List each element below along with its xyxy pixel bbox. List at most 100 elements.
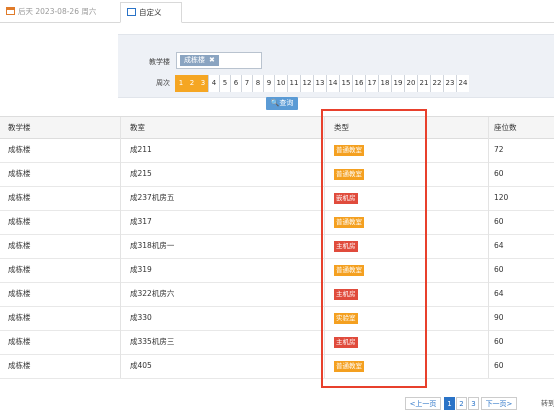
week-6[interactable]: 6 (230, 75, 241, 92)
week-17[interactable]: 17 (365, 75, 378, 92)
table-row[interactable]: 成栋楼 成237机房五 嵌机房 120 (0, 186, 554, 211)
building-tag: 成栋楼 ✖ (180, 55, 219, 66)
week-5[interactable]: 5 (219, 75, 230, 92)
page-2[interactable]: 2 (456, 397, 467, 410)
cell-room: 成317 (130, 217, 152, 226)
cell-seats: 120 (494, 193, 509, 202)
column-divider (120, 282, 121, 306)
week-1[interactable]: 1 (175, 75, 186, 92)
week-15[interactable]: 15 (339, 75, 352, 92)
week-24[interactable]: 24 (456, 75, 469, 92)
building-label: 教学楼 (149, 58, 170, 66)
cell-seats: 60 (494, 217, 504, 226)
week-23[interactable]: 23 (443, 75, 456, 92)
table-row[interactable]: 成栋楼 成211 普通教室 72 (0, 138, 554, 163)
column-divider (488, 330, 489, 354)
column-divider (488, 282, 489, 306)
week-11[interactable]: 11 (287, 75, 300, 92)
column-divider (488, 162, 489, 186)
calendar-icon (6, 7, 15, 15)
week-9[interactable]: 9 (263, 75, 274, 92)
week-3[interactable]: 3 (197, 75, 208, 92)
cell-seats: 64 (494, 241, 504, 250)
column-divider (120, 234, 121, 258)
column-divider (488, 234, 489, 258)
filter-panel: 教学楼 成栋楼 ✖ 周次 1 2 3 4 5 6 7 8 9 10 11 12 13 14 15 16 17 18 1… (118, 34, 554, 98)
cell-building: 成栋楼 (8, 145, 31, 154)
building-select[interactable]: 成栋楼 ✖ (176, 52, 262, 69)
week-20[interactable]: 20 (404, 75, 417, 92)
search-button-label: 查询 (279, 99, 294, 107)
cell-building: 成栋楼 (8, 193, 31, 202)
table-row[interactable]: 成栋楼 成335机房三 主机房 60 (0, 330, 554, 355)
column-divider (488, 117, 489, 138)
week-14[interactable]: 14 (326, 75, 339, 92)
tab-day-after-tomorrow[interactable]: 后天 2023-08-26 周六 (0, 2, 132, 21)
remove-tag-icon[interactable]: ✖ (209, 56, 215, 64)
cell-seats: 60 (494, 265, 504, 274)
week-13[interactable]: 13 (313, 75, 326, 92)
column-divider (120, 186, 121, 210)
week-19[interactable]: 19 (391, 75, 404, 92)
column-divider (120, 306, 121, 330)
week-12[interactable]: 12 (300, 75, 313, 92)
goto-page: 转到1 (541, 397, 554, 411)
cell-building: 成栋楼 (8, 241, 31, 250)
cell-seats: 60 (494, 169, 504, 178)
cell-room: 成322机房六 (130, 289, 175, 298)
column-divider (120, 258, 121, 282)
cell-room: 成318机房一 (130, 241, 175, 250)
column-divider (120, 210, 121, 234)
document-icon (127, 8, 136, 16)
week-4[interactable]: 4 (208, 75, 219, 92)
table-row[interactable]: 成栋楼 成317 普通教室 60 (0, 210, 554, 235)
table-row[interactable]: 成栋楼 成215 普通教室 60 (0, 162, 554, 187)
header-room: 教室 (130, 123, 145, 132)
table-row[interactable]: 成栋楼 成405 普通教室 60 (0, 354, 554, 379)
table-row[interactable]: 成栋楼 成318机房一 主机房 64 (0, 234, 554, 259)
tab-bar: 后天 2023-08-26 周六 自定义 (0, 0, 554, 23)
table-row[interactable]: 成栋楼 成319 普通教室 60 (0, 258, 554, 283)
week-label: 周次 (156, 79, 170, 87)
next-page-button[interactable]: 下一页> (481, 397, 517, 410)
week-10[interactable]: 10 (274, 75, 287, 92)
prev-page-button[interactable]: <上一页 (405, 397, 441, 410)
week-21[interactable]: 21 (417, 75, 430, 92)
column-divider (488, 138, 489, 162)
page-3[interactable]: 3 (468, 397, 479, 410)
week-8[interactable]: 8 (252, 75, 263, 92)
week-22[interactable]: 22 (430, 75, 443, 92)
cell-seats: 60 (494, 361, 504, 370)
week-16[interactable]: 16 (352, 75, 365, 92)
highlight-box (321, 109, 427, 388)
cell-room: 成211 (130, 145, 152, 154)
header-seats: 座位数 (494, 123, 517, 132)
table-row[interactable]: 成栋楼 成330 实验室 90 (0, 306, 554, 331)
column-divider (488, 258, 489, 282)
search-button[interactable]: 🔍查询 (266, 97, 298, 110)
column-divider (488, 186, 489, 210)
tab-label: 自定义 (139, 8, 162, 17)
pagination: <上一页 1 2 3 下一页> (0, 397, 554, 410)
cell-room: 成405 (130, 361, 152, 370)
week-18[interactable]: 18 (378, 75, 391, 92)
column-divider (488, 210, 489, 234)
tab-label: 后天 2023-08-26 周六 (18, 7, 97, 16)
column-divider (120, 162, 121, 186)
tab-custom[interactable]: 自定义 (120, 2, 182, 23)
week-2[interactable]: 2 (186, 75, 197, 92)
week-7[interactable]: 7 (241, 75, 252, 92)
cell-room: 成330 (130, 313, 152, 322)
cell-room: 成335机房三 (130, 337, 175, 346)
page-1[interactable]: 1 (444, 397, 455, 410)
cell-room: 成215 (130, 169, 152, 178)
cell-building: 成栋楼 (8, 361, 31, 370)
header-building: 教学楼 (8, 123, 31, 132)
cell-room: 成237机房五 (130, 193, 175, 202)
column-divider (488, 354, 489, 378)
building-tag-label: 成栋楼 (184, 56, 205, 64)
column-divider (120, 117, 121, 138)
cell-seats: 60 (494, 337, 504, 346)
column-divider (120, 354, 121, 378)
table-row[interactable]: 成栋楼 成322机房六 主机房 64 (0, 282, 554, 307)
